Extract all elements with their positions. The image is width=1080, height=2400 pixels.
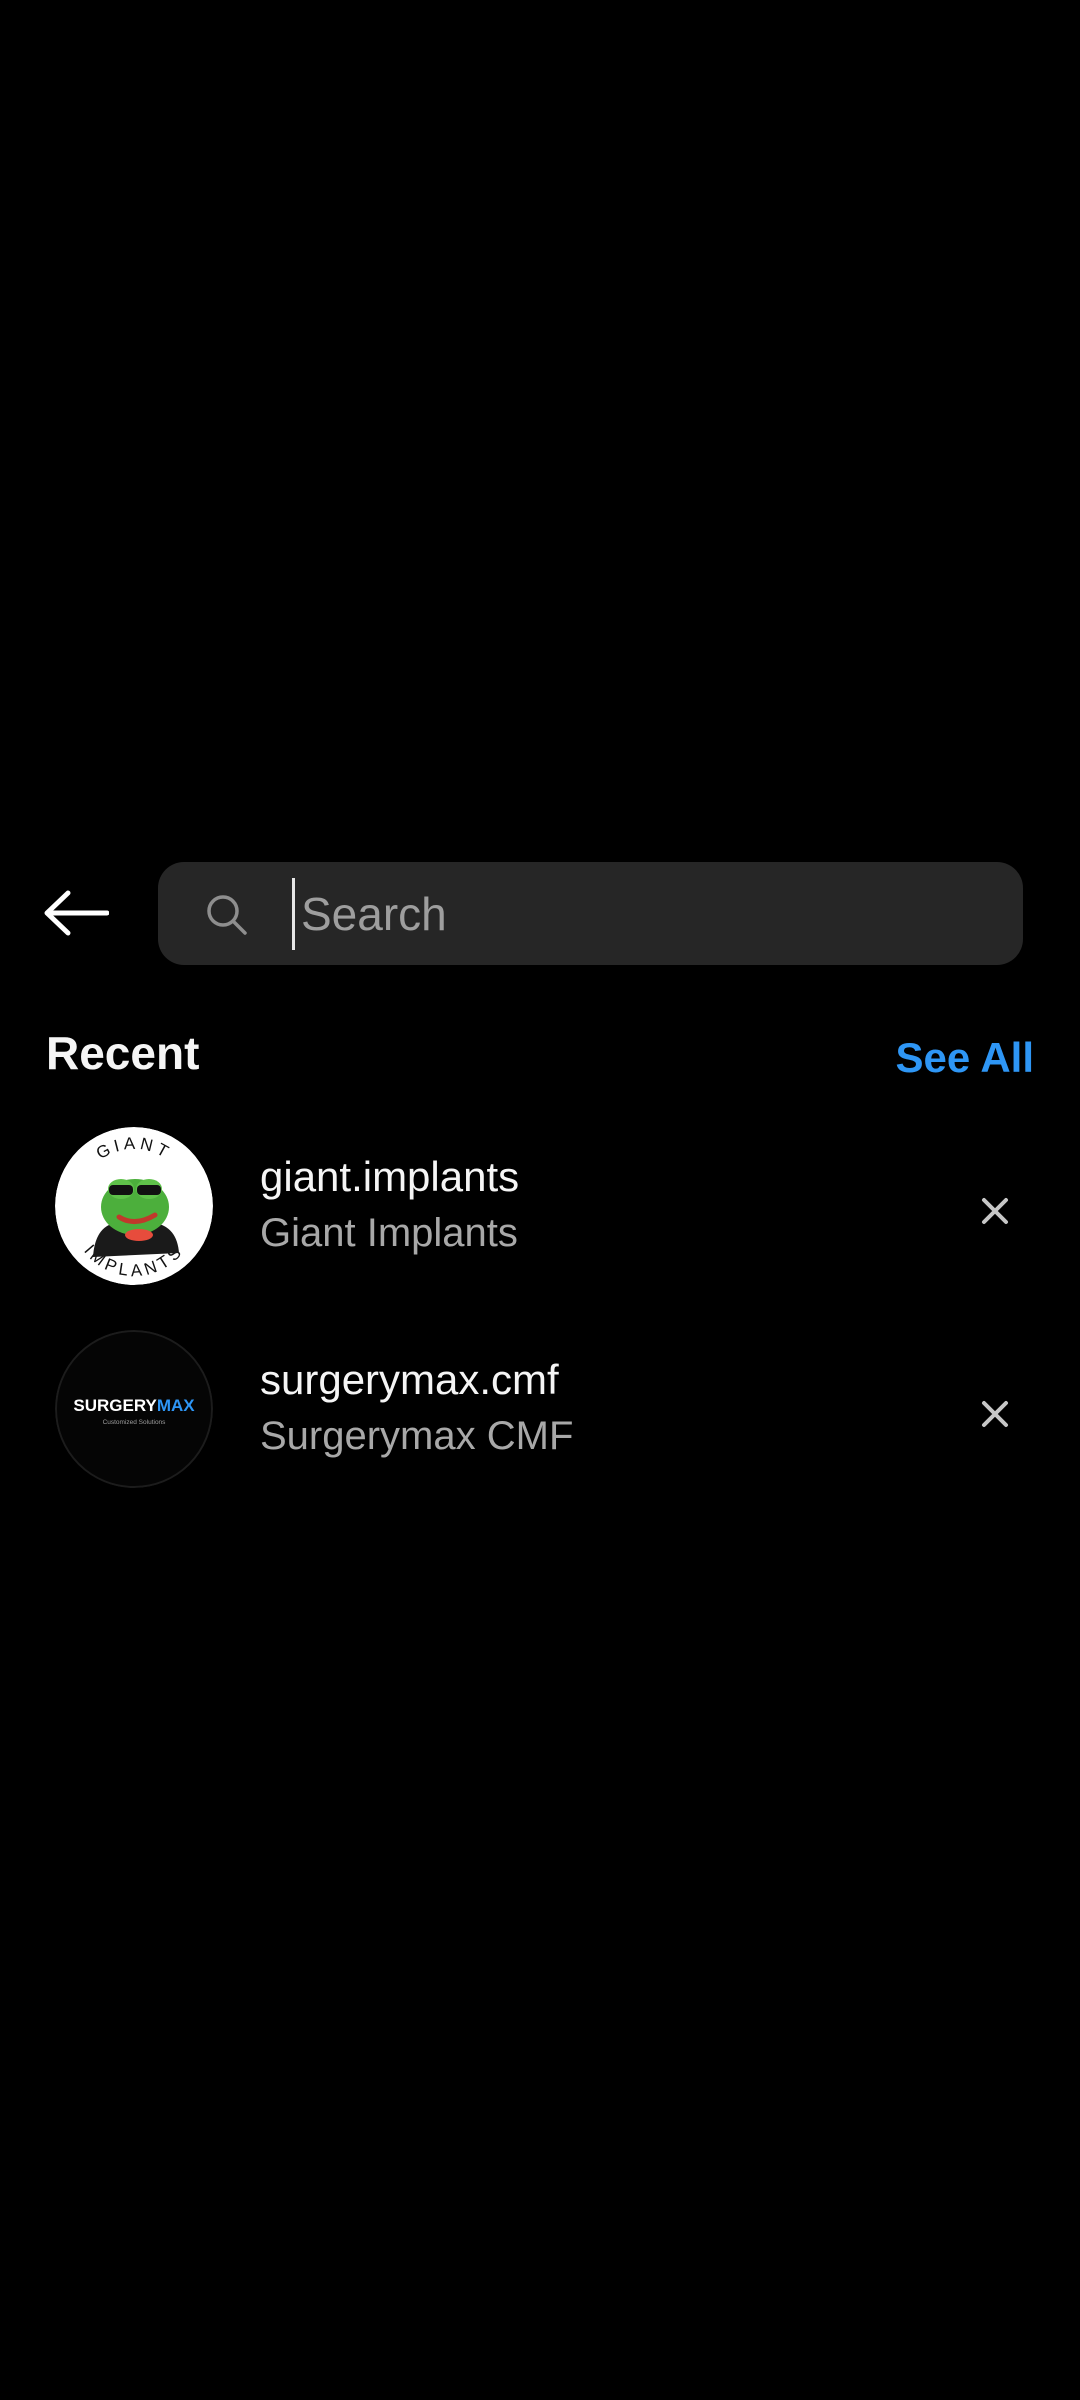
remove-recent-button[interactable]: [960, 1379, 1030, 1449]
close-icon: [982, 1198, 1008, 1224]
avatar-tagline: Customized Solutions: [103, 1419, 167, 1426]
avatar-brand-b: MAX: [157, 1396, 195, 1415]
list-item[interactable]: GIANT IMPLANTS giant.impl: [0, 1120, 1080, 1323]
avatar[interactable]: SURGERYMAX Customized Solutions: [55, 1330, 213, 1488]
arrow-left-icon: [44, 890, 109, 936]
avatar-brand-a: SURGERY: [73, 1396, 157, 1415]
remove-recent-button[interactable]: [960, 1176, 1030, 1246]
giant-implants-logo: GIANT IMPLANTS: [55, 1127, 213, 1285]
recent-title: Recent: [46, 1027, 200, 1079]
svg-text:SURGERYMAX: SURGERYMAX: [73, 1396, 195, 1415]
see-all-link[interactable]: See All: [895, 1034, 1034, 1082]
item-text: surgerymax.cmf Surgerymax CMF: [260, 1353, 910, 1465]
surgerymax-logo: SURGERYMAX Customized Solutions: [55, 1330, 213, 1488]
close-icon: [982, 1401, 1008, 1427]
list-item[interactable]: SURGERYMAX Customized Solutions surgerym…: [0, 1323, 1080, 1526]
item-text: giant.implants Giant Implants: [260, 1150, 910, 1262]
full-name: Giant Implants: [260, 1211, 518, 1255]
search-screen: Recent See All GIANT IMPLANTS: [0, 0, 1080, 2400]
full-name: Surgerymax CMF: [260, 1414, 574, 1458]
search-box[interactable]: [158, 862, 1023, 965]
username: surgerymax.cmf: [260, 1356, 559, 1403]
search-input[interactable]: [292, 878, 1001, 950]
search-icon: [207, 895, 247, 935]
recent-header: Recent See All: [0, 1020, 1080, 1100]
back-button[interactable]: [36, 878, 116, 948]
recent-list: GIANT IMPLANTS giant.impl: [0, 1120, 1080, 1526]
username: giant.implants: [260, 1153, 520, 1200]
avatar[interactable]: GIANT IMPLANTS: [55, 1127, 213, 1285]
search-bar-row: [0, 860, 1080, 966]
